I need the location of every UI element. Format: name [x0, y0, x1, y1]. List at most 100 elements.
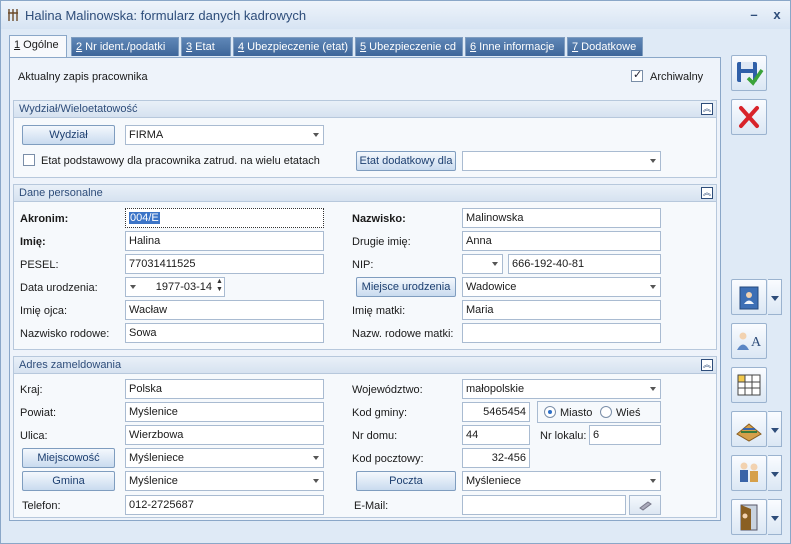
- chevron-down-icon: [492, 262, 498, 266]
- tab-dodatkowe[interactable]: 7 Dodatkowe: [567, 37, 643, 56]
- imie-ojca-input[interactable]: Wacław: [125, 300, 324, 320]
- email-label: E-Mail:: [354, 500, 389, 512]
- telefon-input[interactable]: 012-2725687: [125, 495, 324, 515]
- data-urodzenia-input[interactable]: 1977-03-14 ▲ ▼: [125, 277, 225, 297]
- etat-podstawowy-checkbox[interactable]: [23, 154, 35, 166]
- miejsce-urodzenia-button[interactable]: Miejsce urodzenia: [356, 277, 456, 297]
- minimize-button[interactable]: –: [746, 7, 762, 23]
- akronim-input[interactable]: 004/E: [125, 208, 324, 228]
- wydzial-combo[interactable]: FIRMA: [125, 125, 324, 145]
- close-button[interactable]: x: [769, 7, 785, 23]
- nip-input[interactable]: 666-192-40-81: [508, 254, 661, 274]
- imie-ojca-label: Imię ojca:: [20, 305, 68, 317]
- spelling-button[interactable]: A: [731, 323, 767, 359]
- collapse-icon[interactable]: ︽: [701, 187, 713, 199]
- wydzial-button[interactable]: Wydział: [22, 125, 115, 145]
- schedule-icon: [736, 423, 762, 442]
- gmina-combo[interactable]: Myślenice: [125, 471, 324, 491]
- send-email-button[interactable]: [629, 495, 661, 515]
- people-dropdown[interactable]: [768, 455, 782, 491]
- cancel-icon: [739, 106, 759, 128]
- nazw-rodowe-matki-input[interactable]: [462, 323, 661, 343]
- spelling-icon: A: [737, 332, 762, 350]
- miejscowosc-button[interactable]: Miejscowość: [22, 448, 115, 468]
- schedule-button[interactable]: [731, 411, 767, 447]
- exit-dropdown[interactable]: [768, 499, 782, 535]
- kod-pocztowy-label: Kod pocztowy:: [352, 453, 424, 465]
- locality-type-group: Miasto Wieś: [537, 401, 661, 423]
- wojewodztwo-label: Województwo:: [352, 384, 423, 396]
- nip-prefix-combo[interactable]: [462, 254, 503, 274]
- chevron-down-icon: [650, 387, 656, 391]
- address-group-title: Adres zameldowania: [19, 359, 122, 371]
- imie-label: Imię:: [20, 236, 46, 248]
- schedule-dropdown[interactable]: [768, 411, 782, 447]
- miasto-label: Miasto: [560, 407, 593, 419]
- exit-button[interactable]: [731, 499, 767, 535]
- svg-text:A: A: [751, 335, 762, 350]
- miasto-radio[interactable]: [544, 406, 556, 418]
- kraj-input[interactable]: Polska: [125, 379, 324, 399]
- collapse-icon[interactable]: ︽: [701, 103, 713, 115]
- pesel-input[interactable]: 77031411525: [125, 254, 324, 274]
- etat-podstawowy-label: Etat podstawowy dla pracownika zatrud. n…: [41, 155, 320, 167]
- archived-checkbox[interactable]: ✓: [631, 69, 643, 82]
- chevron-down-icon: [313, 133, 319, 137]
- employee-card-button[interactable]: [731, 279, 767, 315]
- ulica-input[interactable]: Wierzbowa: [125, 425, 324, 445]
- people-button[interactable]: [731, 455, 767, 491]
- etat-dodatkowy-combo[interactable]: [462, 151, 661, 171]
- kod-gminy-label: Kod gminy:: [352, 407, 408, 419]
- grid-icon: [737, 374, 761, 396]
- app-icon: [8, 9, 18, 21]
- save-button[interactable]: [731, 55, 767, 91]
- employee-card-dropdown[interactable]: [768, 279, 782, 315]
- drugie-imie-input[interactable]: Anna: [462, 231, 661, 251]
- poczta-button[interactable]: Poczta: [356, 471, 456, 491]
- miejsce-urodzenia-combo[interactable]: Wadowice: [462, 277, 661, 297]
- pesel-label: PESEL:: [20, 259, 59, 271]
- window-title: Halina Malinowska: formularz danych kadr…: [25, 8, 307, 23]
- nazwisko-input[interactable]: Malinowska: [462, 208, 661, 228]
- kraj-label: Kraj:: [20, 384, 43, 396]
- collapse-icon[interactable]: ︽: [701, 359, 713, 371]
- gmina-button[interactable]: Gmina: [22, 471, 115, 491]
- imie-input[interactable]: Halina: [125, 231, 324, 251]
- check-icon: ✓: [633, 69, 643, 81]
- tab-ubezpieczenie-cd[interactable]: 5 Ubezpieczenie cd: [355, 37, 463, 56]
- chevron-down-icon: [650, 479, 656, 483]
- wojewodztwo-combo[interactable]: małopolskie: [462, 379, 661, 399]
- tab-inne-informacje[interactable]: 6 Inne informacje: [465, 37, 565, 56]
- telefon-label: Telefon:: [22, 500, 61, 512]
- nazwisko-label: Nazwisko:: [352, 213, 406, 225]
- wydzial-group-header: Wydział/Wieloetatowość ︽: [14, 101, 716, 118]
- poczta-combo[interactable]: Myśleniece: [462, 471, 661, 491]
- nazwisko-rodowe-input[interactable]: Sowa: [125, 323, 324, 343]
- tab-ubezpieczenie-etat[interactable]: 4 Ubezpieczenie (etat): [233, 37, 353, 56]
- tab-content: Aktualny zapis pracownika ✓ Archiwalny W…: [9, 57, 721, 521]
- tab-nr-ident[interactable]: 2 Nr ident./podatki: [71, 37, 179, 56]
- imie-matki-input[interactable]: Maria: [462, 300, 661, 320]
- personal-group: Dane personalne ︽ Akronim: 004/E Nazwisk…: [13, 184, 717, 350]
- spinner-icon[interactable]: ▲ ▼: [215, 278, 224, 296]
- kod-gminy-input[interactable]: 5465454: [462, 402, 530, 422]
- tab-ogolne[interactable]: 1 Ogólne: [9, 35, 67, 57]
- powiat-input[interactable]: Myślenice: [125, 402, 324, 422]
- wydzial-group-title: Wydział/Wieloetatowość: [19, 103, 138, 115]
- ulica-label: Ulica:: [20, 430, 48, 442]
- kod-pocztowy-input[interactable]: 32-456: [462, 448, 530, 468]
- miejscowosc-combo[interactable]: Myśleniece: [125, 448, 324, 468]
- grid-button[interactable]: [731, 367, 767, 403]
- etat-dodatkowy-button[interactable]: Etat dodatkowy dla: [356, 151, 456, 171]
- current-record-label: Aktualny zapis pracownika: [18, 71, 148, 83]
- cancel-button[interactable]: [731, 99, 767, 135]
- pen-icon: [639, 501, 652, 511]
- tab-etat[interactable]: 3 Etat: [181, 37, 231, 56]
- employee-card-icon: [739, 286, 759, 310]
- nr-domu-input[interactable]: 44: [462, 425, 530, 445]
- chevron-down-icon: [650, 285, 656, 289]
- akronim-label: Akronim:: [20, 213, 69, 225]
- nr-lokalu-input[interactable]: 6: [589, 425, 661, 445]
- email-input[interactable]: [462, 495, 626, 515]
- wies-radio[interactable]: [600, 406, 612, 418]
